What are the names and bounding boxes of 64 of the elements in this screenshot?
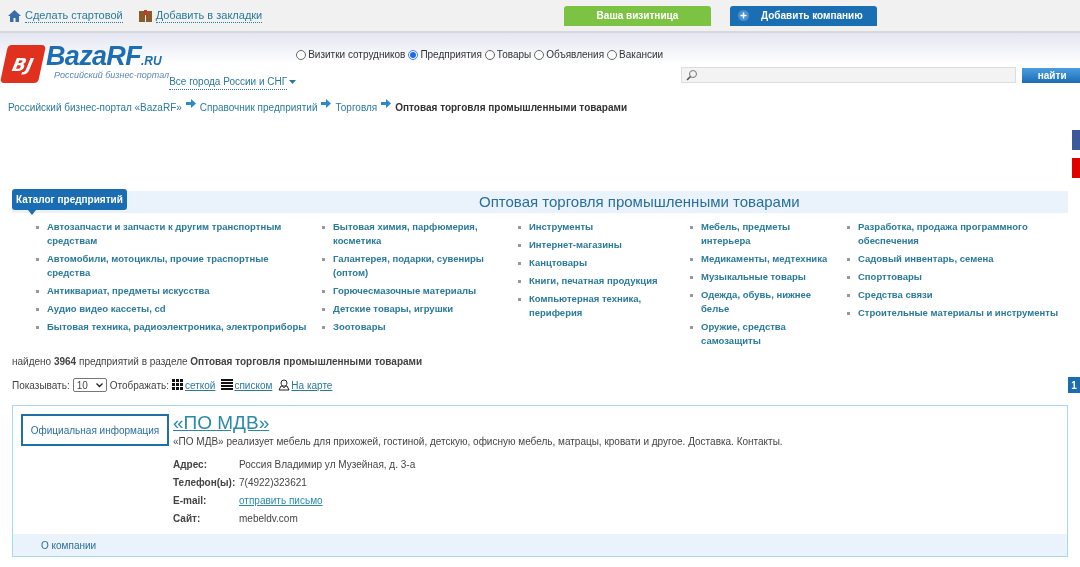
category-link[interactable]: Садовый инвентарь, семена — [858, 252, 994, 266]
search-type-radio[interactable]: Вакансии — [607, 47, 664, 62]
breadcrumb-current: Оптовая торговля промышленными товарами — [395, 100, 628, 115]
company-description: «ПО МДВ» реализует мебель для прихожей, гостиной, детскую, офисную мебель, матрацы, кровати и другое. Доставка. Контакты. — [173, 435, 783, 449]
category-link[interactable]: Детские товары, игрушки — [333, 302, 454, 316]
category-link[interactable]: Строительные материалы и инструменты — [858, 306, 1059, 320]
search-type-radio[interactable]: Товары — [484, 47, 532, 62]
category-link[interactable]: Аудио видео кассеты, cd — [47, 302, 166, 316]
category-link[interactable]: Мебель, предметы интерьера — [701, 220, 839, 248]
category-link[interactable]: Автозапчасти и запчасти к другим транспортным средствам — [47, 220, 314, 248]
category-link[interactable]: Бытовая техника, радиоэлектроника, электроприборы — [47, 320, 307, 334]
category-link[interactable]: Музыкальные товары — [701, 270, 806, 284]
field-value: 7(4922)323621 — [239, 476, 308, 490]
category-link[interactable]: Оружие, средства самозащиты — [701, 320, 839, 348]
view-link[interactable]: сеткой — [184, 377, 216, 393]
breadcrumb-link[interactable]: Справочник предприятий — [199, 99, 318, 115]
logo-wordmark: BazaRF — [46, 41, 141, 71]
category-link[interactable]: Спорттовары — [858, 270, 922, 284]
category-link[interactable]: Средства связи — [858, 288, 933, 302]
field-label: Адрес: — [173, 458, 208, 472]
category-link[interactable]: Канцтовары — [529, 256, 588, 270]
category-link[interactable]: Одежда, обувь, нижнее белье — [701, 288, 839, 316]
category-link[interactable]: Книги, печатная продукция — [529, 274, 658, 288]
category-link[interactable]: Бытовая химия, парфюмерия, косметика — [333, 220, 510, 248]
category-link[interactable]: Галантерея, подарки, сувениры (оптом) — [333, 252, 510, 280]
logo-tagline: Российский бизнес-портал — [53, 69, 170, 82]
category-link[interactable]: Компьютерная техника, периферия — [529, 292, 682, 320]
email-link[interactable]: отправить письмо — [239, 493, 783, 508]
field-value: Россия Владимир ул Музейная, д. 3-а — [239, 458, 417, 472]
category-link[interactable]: Инструменты — [529, 220, 594, 234]
breadcrumb-link[interactable]: Российский бизнес-портал «BazaRF» — [8, 99, 182, 115]
logo-domain: .RU — [141, 54, 162, 70]
company-name-link[interactable]: «ПО МДВ» — [173, 414, 783, 432]
catalog-title: Оптовая торговля промышленными товарами — [479, 191, 800, 212]
view-link[interactable]: списком — [234, 377, 273, 393]
breadcrumb-link[interactable]: Торговля — [335, 99, 378, 115]
top-link[interactable]: Добавить в закладки — [155, 8, 263, 23]
field-label: E-mail: — [173, 494, 208, 508]
category-link[interactable]: Медикаменты, медтехника — [701, 252, 828, 266]
search-type-radio[interactable]: Объявления — [534, 47, 605, 62]
logo-emblem: BJ — [0, 45, 47, 83]
official-info-badge: Официальная информация — [21, 414, 169, 446]
top-link[interactable]: Сделать стартовой — [25, 8, 123, 23]
category-link[interactable]: Автомобили, мотоциклы, прочие траспортные средства — [47, 252, 314, 280]
display-label: Отображать: — [109, 378, 169, 393]
search-type-radio[interactable]: Предприятия — [408, 47, 482, 62]
category-link[interactable]: Зоотовары — [333, 320, 386, 334]
category-link[interactable]: Разработка, продажа программного обеспечения — [858, 220, 1072, 248]
view-link[interactable]: На карте — [291, 377, 333, 393]
page-size-select[interactable]: 10 — [72, 378, 107, 392]
field-value: mebeldv.com — [239, 512, 299, 526]
search-button[interactable]: найти — [1022, 67, 1080, 83]
field-label: Сайт: — [173, 512, 202, 526]
region-dropdown[interactable]: Все города России и СНГ — [169, 74, 288, 90]
category-link[interactable]: Горючесмазочные материалы — [333, 284, 477, 298]
category-link[interactable]: Интернет-магазины — [529, 238, 622, 252]
add-company-button[interactable]: Добавить компанию — [730, 5, 877, 26]
field-label: Телефон(ы): — [173, 476, 237, 490]
about-company-link[interactable]: О компании — [41, 537, 97, 553]
show-label: Показывать: — [12, 378, 70, 393]
results-summary: найдено 3964 предприятий в разделе Оптовая торговля промышленными товарами — [12, 355, 424, 369]
category-link[interactable]: Антиквариат, предметы искусства — [47, 284, 210, 298]
page-number[interactable]: 1 — [1068, 377, 1080, 393]
search-type-radio[interactable]: Визитки сотрудников — [296, 47, 406, 62]
